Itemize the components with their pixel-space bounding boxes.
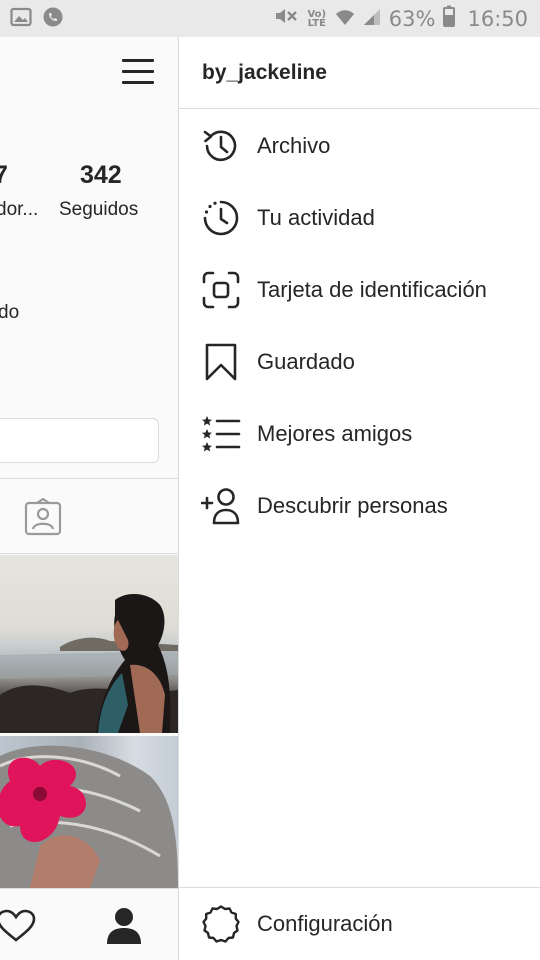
network-small-label: Vo) LTE [307, 8, 327, 29]
stat-followers-label[interactable]: dor... [0, 199, 38, 221]
edit-profile-button[interactable] [0, 418, 159, 463]
stat-following-count[interactable]: 342 [80, 161, 122, 190]
activity-clock-icon [201, 198, 241, 238]
whatsapp-icon [42, 6, 64, 32]
menu-item-label: Guardado [257, 349, 355, 374]
menu-item-label: Descubrir personas [257, 493, 448, 518]
drawer-footer: Configuración [179, 887, 540, 960]
profile-icon[interactable] [106, 907, 142, 950]
drawer-username: by_jackeline [179, 37, 540, 109]
menu-item-nametag[interactable]: Tarjeta de identificación [179, 254, 540, 326]
close-friends-list-icon [201, 414, 241, 454]
side-drawer: by_jackeline Archivo Tu actividad Tarjet… [178, 37, 540, 960]
battery-percent: 63% [388, 6, 436, 31]
menu-item-label: Mejores amigos [257, 421, 413, 446]
tagged-photos-icon[interactable] [24, 497, 62, 541]
settings-gear-icon [201, 904, 241, 944]
menu-item-close-friends[interactable]: Mejores amigos [179, 398, 540, 470]
menu-item-label: Archivo [257, 133, 331, 158]
menu-item-activity[interactable]: Tu actividad [179, 182, 540, 254]
menu-item-saved[interactable]: Guardado [179, 326, 540, 398]
menu-hamburger-icon[interactable] [122, 57, 154, 87]
bookmark-icon [201, 342, 241, 382]
stat-followers-count[interactable]: 7 [0, 161, 8, 190]
mute-icon [273, 6, 299, 31]
bottom-nav [0, 888, 178, 960]
menu-item-label: Tu actividad [257, 205, 375, 230]
nametag-scan-icon [201, 270, 241, 310]
profile-tabs [0, 478, 178, 554]
archive-history-icon [201, 126, 241, 166]
menu-item-label: Configuración [257, 911, 393, 936]
profile-background: 7 dor... 342 Seguidos do [0, 37, 178, 960]
wifi-icon [335, 7, 355, 31]
image-icon [10, 7, 32, 31]
add-person-icon [201, 486, 241, 526]
heart-icon[interactable] [0, 909, 36, 948]
status-bar: Vo) LTE 63% 16:50 [0, 0, 540, 37]
bio-text: do [0, 302, 20, 323]
clock-time: 16:50 [467, 6, 528, 31]
stat-following-label[interactable]: Seguidos [59, 199, 138, 221]
menu-item-archive[interactable]: Archivo [179, 110, 540, 182]
signal-icon [363, 7, 381, 31]
menu-item-discover-people[interactable]: Descubrir personas [179, 470, 540, 542]
post-thumbnail[interactable] [0, 555, 178, 733]
battery-icon [443, 5, 456, 32]
post-thumbnail[interactable] [0, 736, 178, 888]
menu-item-settings[interactable]: Configuración [179, 888, 540, 960]
menu-item-label: Tarjeta de identificación [257, 277, 487, 302]
